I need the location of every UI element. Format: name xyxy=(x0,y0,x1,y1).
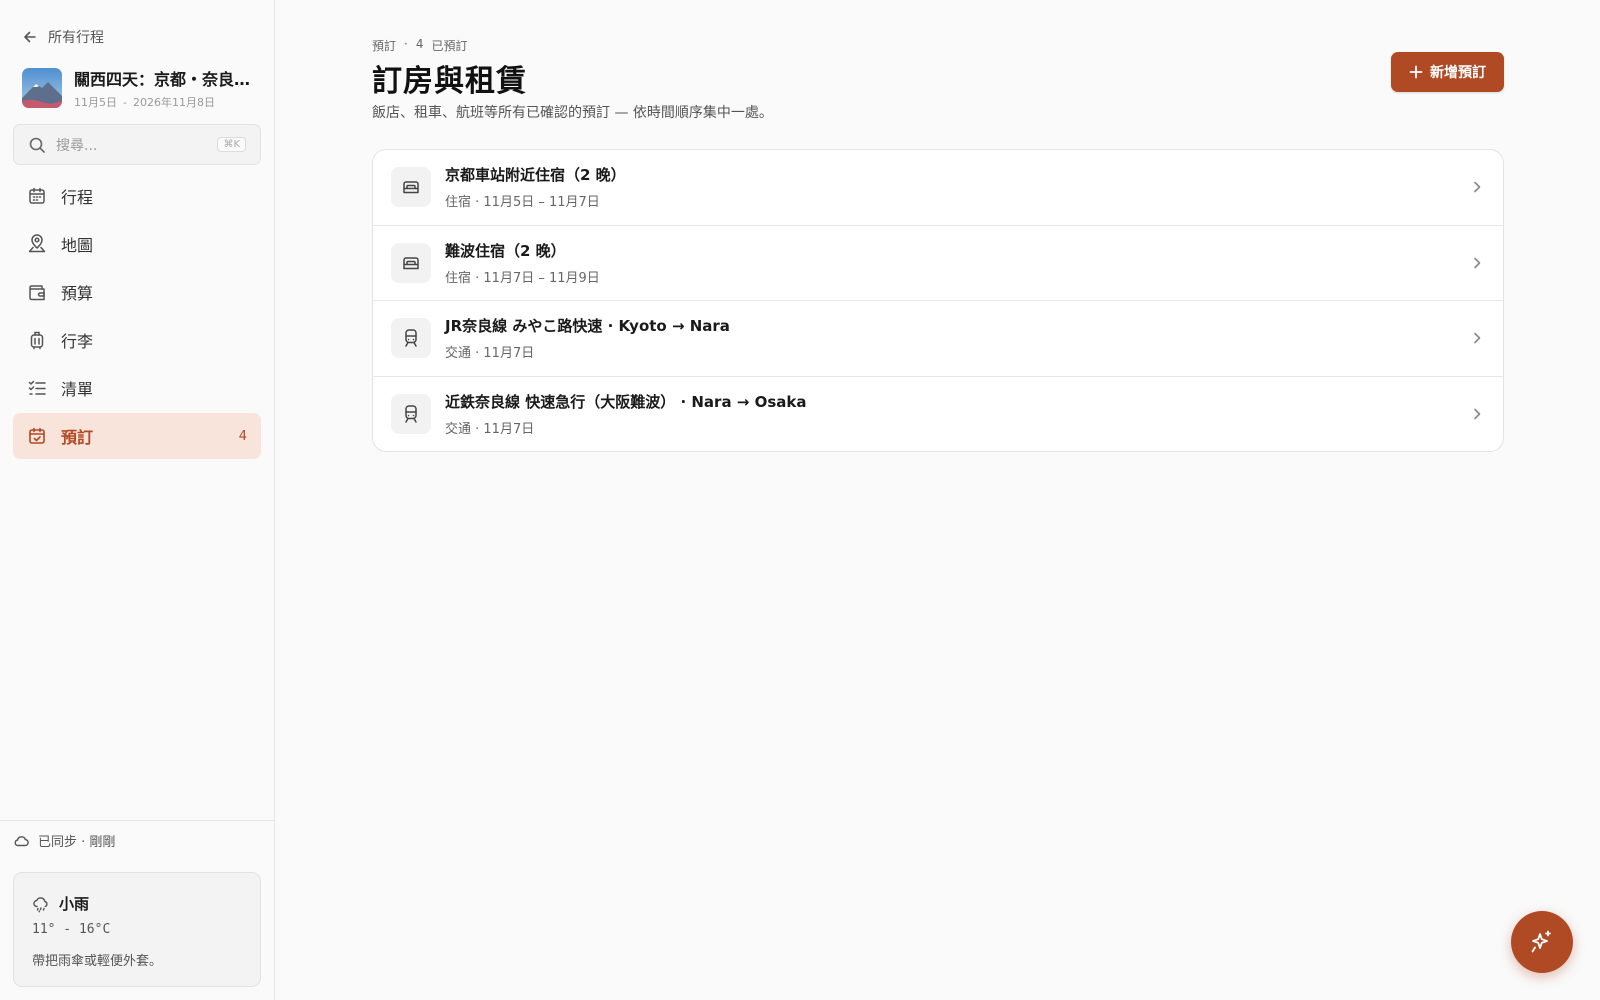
breadcrumb-count: 4 xyxy=(415,37,424,51)
sidebar-item-label: 預算 xyxy=(61,284,94,303)
booking-title: 京都車站附近住宿（2 晚） xyxy=(445,166,626,185)
weather-card: 小雨 11° - 16°C 帶把雨傘或輕便外套。 xyxy=(13,872,261,987)
sidebar-item-luggage[interactable]: 行李 xyxy=(13,317,261,363)
page-title: 訂房與租賃 xyxy=(372,64,527,99)
wallet-icon xyxy=(27,282,47,302)
cloud-drizzle-icon xyxy=(32,895,50,913)
chevron-right-icon xyxy=(1469,255,1485,271)
search-input[interactable]: 搜尋... ⌘K xyxy=(13,124,261,165)
search-shortcut-badge: ⌘K xyxy=(217,137,246,152)
chevron-right-icon xyxy=(1469,179,1485,195)
search-placeholder: 搜尋... xyxy=(56,137,98,154)
search-icon xyxy=(28,136,46,154)
booking-title: 近鉄奈良線 快速急行（大阪難波） · Nara → Osaka xyxy=(445,393,807,412)
arrow-left-icon xyxy=(22,29,38,45)
booking-item[interactable]: 近鉄奈良線 快速急行（大阪難波） · Nara → Osaka 交通 · 11月… xyxy=(373,377,1503,452)
sidebar-item-checklist[interactable]: 清單 xyxy=(13,365,261,411)
booking-item[interactable]: JR奈良線 みやこ路快速 · Kyoto → Nara 交通 · 11月7日 xyxy=(373,301,1503,377)
back-link-label: 所有行程 xyxy=(48,30,104,46)
add-booking-button[interactable]: 新增預訂 xyxy=(1391,52,1504,92)
trip-date-separator: - xyxy=(123,96,127,109)
booking-item[interactable]: 京都車站附近住宿（2 晚） 住宿 · 11月5日 – 11月7日 xyxy=(373,150,1503,226)
sidebar-item-label: 行李 xyxy=(61,332,94,351)
sync-status: 已同步 · 剛剛 xyxy=(13,831,115,850)
breadcrumb-status: 已預訂 xyxy=(431,39,468,53)
booking-title: 難波住宿（2 晚） xyxy=(445,241,566,260)
sparkles-icon xyxy=(1528,928,1556,956)
sidebar-item-label: 預訂 xyxy=(61,428,94,447)
booking-meta: 住宿 · 11月7日 – 11月9日 xyxy=(445,270,600,286)
weather-condition: 小雨 xyxy=(59,895,90,913)
weather-tip: 帶把雨傘或輕便外套。 xyxy=(32,954,163,969)
luggage-icon xyxy=(27,330,47,350)
train-icon xyxy=(391,394,431,435)
chevron-right-icon xyxy=(1469,330,1485,346)
sidebar-item-label: 行程 xyxy=(61,188,94,207)
trip-thumbnail-image xyxy=(22,68,62,108)
trip-date-end: 2026年11月8日 xyxy=(132,96,215,109)
weather-temperature: 11° - 16°C xyxy=(32,922,111,937)
plus-icon xyxy=(1409,65,1423,79)
calendar-check-icon xyxy=(27,426,47,446)
bookings-list: 京都車站附近住宿（2 晚） 住宿 · 11月5日 – 11月7日 難波住宿（2 … xyxy=(372,149,1504,452)
divider xyxy=(0,820,275,821)
sidebar-item-map[interactable]: 地圖 xyxy=(13,221,261,267)
booking-title: JR奈良線 みやこ路快速 · Kyoto → Nara xyxy=(445,317,730,336)
trip-header[interactable]: 關西四天：京都・奈良… 11月5日 -2026年11月8日 xyxy=(22,66,262,110)
chevron-right-icon xyxy=(1469,406,1485,422)
sync-status-text: 已同步 · 剛剛 xyxy=(38,835,116,850)
breadcrumb-section: 預訂 xyxy=(372,39,397,53)
booking-item[interactable]: 難波住宿（2 晚） 住宿 · 11月7日 – 11月9日 xyxy=(373,226,1503,301)
booking-meta: 住宿 · 11月5日 – 11月7日 xyxy=(445,195,600,211)
booking-meta: 交通 · 11月7日 xyxy=(445,346,535,362)
trip-title: 關西四天：京都・奈良… xyxy=(74,70,251,89)
add-booking-label: 新增預訂 xyxy=(1430,65,1486,81)
checklist-icon xyxy=(27,378,47,398)
map-pin-icon xyxy=(27,234,47,254)
back-to-all-trips-link[interactable]: 所有行程 xyxy=(22,27,104,47)
trip-date-start: 11月5日 xyxy=(74,96,117,109)
train-icon xyxy=(391,318,431,359)
sidebar: 所有行程 關西四天：京都・奈良… 11月5日 -2026年11月8日 搜尋...… xyxy=(0,0,275,1000)
sidebar-item-label: 清單 xyxy=(61,380,94,399)
calendar-icon xyxy=(27,186,47,206)
bed-icon xyxy=(391,242,431,283)
sidebar-item-budget[interactable]: 預算 xyxy=(13,269,261,315)
breadcrumb-separator: · xyxy=(404,37,408,51)
trip-dates: 11月5日 -2026年11月8日 xyxy=(74,94,254,110)
booking-meta: 交通 · 11月7日 xyxy=(445,422,535,438)
sidebar-nav: 行程 地圖 預算 行李 清單 預訂 4 xyxy=(13,173,261,461)
cloud-icon xyxy=(13,833,29,849)
sidebar-item-itinerary[interactable]: 行程 xyxy=(13,173,261,219)
breadcrumb: 預訂 · 4 已預訂 xyxy=(372,37,468,54)
sidebar-item-bookings[interactable]: 預訂 4 xyxy=(13,413,261,459)
ai-assistant-button[interactable] xyxy=(1511,911,1573,973)
bookings-count-badge: 4 xyxy=(238,428,247,444)
sidebar-item-label: 地圖 xyxy=(61,236,94,255)
bed-icon xyxy=(391,167,431,208)
page-subtitle: 飯店、租車、航班等所有已確認的預訂 — 依時間順序集中一處。 xyxy=(372,105,773,121)
